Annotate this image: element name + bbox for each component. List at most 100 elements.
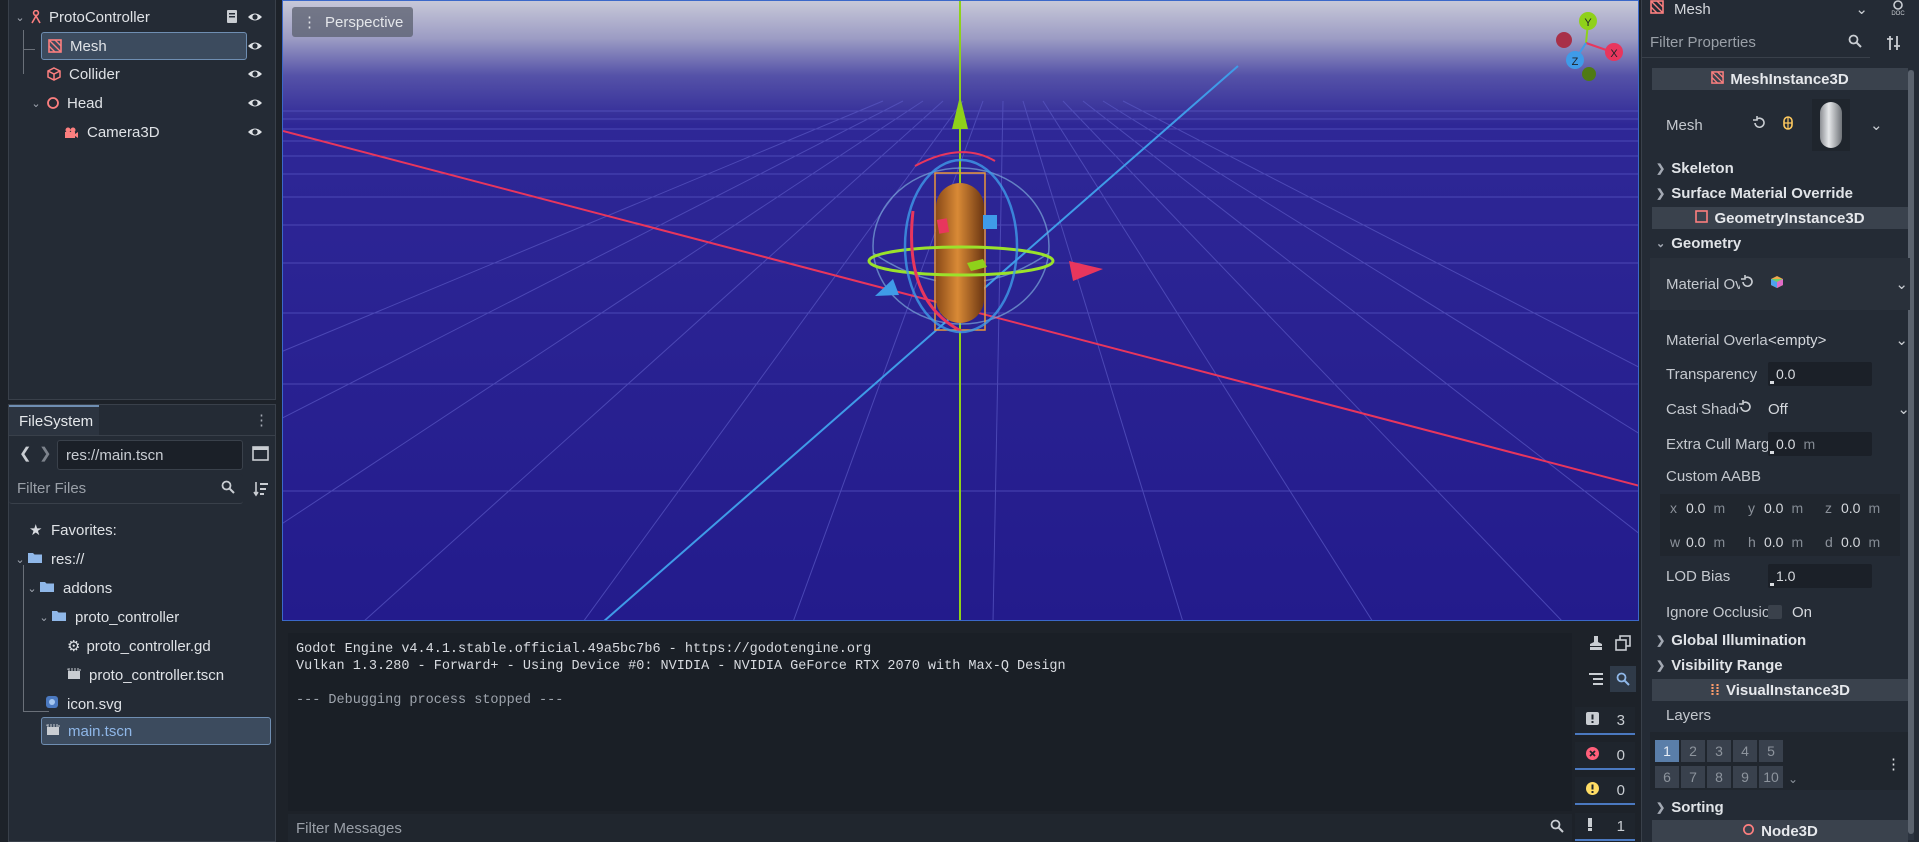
chevron-down-icon[interactable]: ⌄ [1895,275,1908,293]
chevron-down-icon[interactable]: ⌄ [13,11,27,24]
prop-transparency[interactable]: Transparency 0.0 [1650,359,1910,389]
node3d-icon [1742,823,1755,840]
search-toggle-icon[interactable] [1610,666,1636,692]
prop-lod-bias[interactable]: LOD Bias 1.0 [1650,561,1910,591]
chevron-down-icon[interactable]: ⌄ [25,582,39,595]
chevron-down-icon[interactable]: ⌄ [1897,400,1910,418]
tools-icon[interactable] [1886,35,1902,55]
aabb-z-field[interactable]: z 0.0 m [1825,495,1880,521]
sort-icon[interactable] [253,481,269,501]
prop-mesh[interactable]: Mesh ⌄ [1650,99,1910,151]
prop-material-override[interactable]: Material Ov ⌄ [1650,258,1910,310]
file-icon-svg[interactable]: icon.svg [45,690,122,718]
prop-material-overlay[interactable]: Material Overla <empty> ⌄ [1650,325,1910,355]
back-arrow-icon[interactable]: ❮ [19,444,32,462]
kebab-menu-icon[interactable]: ⋮ [1886,755,1901,773]
viewport-scene[interactable]: Y X Z [283,1,1639,621]
split-view-icon[interactable] [252,445,269,466]
doc-icon[interactable]: DOC [1888,0,1908,20]
tree-node-protocontroller[interactable]: ⌄ ProtoController [13,3,275,31]
layer-button[interactable]: 10 [1759,766,1783,788]
folder-proto-controller[interactable]: ⌄ proto_controller [37,603,179,631]
revert-icon[interactable] [1740,275,1754,293]
forward-arrow-icon[interactable]: ❯ [39,444,52,462]
gear-icon: ⚙ [67,638,81,655]
aabb-y-field[interactable]: y 0.0 m [1748,495,1803,521]
filter-properties-input[interactable]: Filter Properties [1642,28,1870,58]
tree-node-camera3d[interactable]: Camera3D [61,118,275,146]
file-main-tscn[interactable]: main.tscn [41,717,271,745]
warnings-filter-button[interactable]: 0 [1575,777,1635,805]
aabb-w-field[interactable]: w 0.0 m [1670,529,1725,555]
kebab-menu-icon[interactable]: ⋮ [254,411,269,429]
chevron-down-icon[interactable]: ⌄ [1895,331,1908,349]
section-skeleton[interactable]: ❯ Skeleton [1650,156,1908,180]
revert-icon[interactable] [1738,400,1768,418]
visibility-eye-icon[interactable] [247,66,263,82]
aabb-x-field[interactable]: x 0.0 m [1670,495,1725,521]
unit-label: m [1791,534,1804,550]
tree-node-head[interactable]: ⌄ Head [29,89,275,117]
aabb-h-field[interactable]: h 0.0 m [1748,529,1803,555]
revert-icon[interactable] [1752,116,1766,134]
messages-filter-button[interactable]: 3 [1575,707,1635,735]
lod-bias-field[interactable]: 1.0 [1768,564,1872,588]
layer-button[interactable]: 1 [1655,740,1679,762]
perspective-menu-button[interactable]: ⋮ Perspective [292,7,414,37]
prop-ignore-occlusion[interactable]: Ignore Occlusio On [1650,597,1910,627]
section-geometry[interactable]: ⌄ Geometry [1650,231,1908,255]
layer-button[interactable]: 4 [1733,740,1757,762]
chevron-down-icon[interactable]: ⌄ [29,97,43,110]
editor-messages-filter-button[interactable]: 1 [1575,813,1635,841]
section-global-illumination[interactable]: ❯ Global Illumination [1650,628,1908,652]
ignore-occlusion-checkbox[interactable] [1768,605,1782,619]
aabb-d-field[interactable]: d 0.0 m [1825,529,1880,555]
folder-addons[interactable]: ⌄ addons [25,574,112,602]
layer-button[interactable]: 5 [1759,740,1783,762]
filter-files-input[interactable]: Filter Files [9,474,243,504]
script-icon[interactable] [225,9,239,29]
copy-icon[interactable] [1615,635,1631,655]
layer-button[interactable]: 7 [1681,766,1705,788]
chevron-right-icon: ❯ [1656,162,1666,175]
visibility-eye-icon[interactable] [247,124,263,140]
prop-cast-shadow[interactable]: Cast Shado Off ⌄ [1650,394,1910,424]
layer-button[interactable]: 2 [1681,740,1705,762]
visibility-eye-icon[interactable] [247,95,263,111]
node-selector[interactable]: Mesh ⌄ [1650,0,1868,18]
visibility-eye-icon[interactable] [247,38,263,54]
section-surface-material-override[interactable]: ❯ Surface Material Override [1650,181,1908,205]
favorites-item[interactable]: ★ Favorites: [29,516,117,544]
tab-filesystem[interactable]: FileSystem [9,405,99,435]
chevron-down-icon[interactable]: ⌄ [1870,116,1883,134]
chevron-down-icon[interactable]: ⌄ [37,611,51,624]
visibility-eye-icon[interactable] [247,9,263,25]
mesh-preview[interactable] [1812,99,1850,151]
cast-shadow-select[interactable]: Off [1768,401,1788,418]
chevron-down-icon[interactable]: ⌄ [13,553,27,566]
section-visibility-range[interactable]: ❯ Visibility Range [1650,653,1908,677]
geometry-instance-icon [1695,209,1709,227]
layer-button[interactable]: 8 [1707,766,1731,788]
layer-button[interactable]: 6 [1655,766,1679,788]
layer-button[interactable]: 3 [1707,740,1731,762]
collapse-icon[interactable] [1588,672,1604,690]
prop-value: On [1792,603,1813,621]
section-sorting[interactable]: ❯ Sorting [1650,795,1908,819]
path-field[interactable]: res://main.tscn [57,440,243,470]
prop-extra-cull-margin[interactable]: Extra Cull Marg 0.0 m [1650,429,1910,459]
chevron-down-icon[interactable]: ⌄ [1788,772,1798,786]
errors-filter-button[interactable]: 0 [1575,742,1635,770]
extra-cull-field[interactable]: 0.0 m [1768,432,1872,456]
filter-messages-input[interactable]: Filter Messages [288,814,1572,842]
file-proto-controller-tscn[interactable]: proto_controller.tscn [67,661,224,689]
transparency-field[interactable]: 0.0 [1768,362,1872,386]
output-log[interactable]: Godot Engine v4.4.1.stable.official.49a5… [288,633,1572,811]
file-proto-controller-gd[interactable]: ⚙ proto_controller.gd [67,632,211,660]
tree-node-collider[interactable]: Collider [41,60,275,88]
layer-button[interactable]: 9 [1733,766,1757,788]
tree-node-mesh[interactable]: Mesh [41,32,247,60]
tree-node-label: Head [67,94,103,112]
clear-output-icon[interactable] [1588,635,1604,655]
3d-viewport[interactable]: Y X Z ⋮ Perspective [282,0,1639,621]
